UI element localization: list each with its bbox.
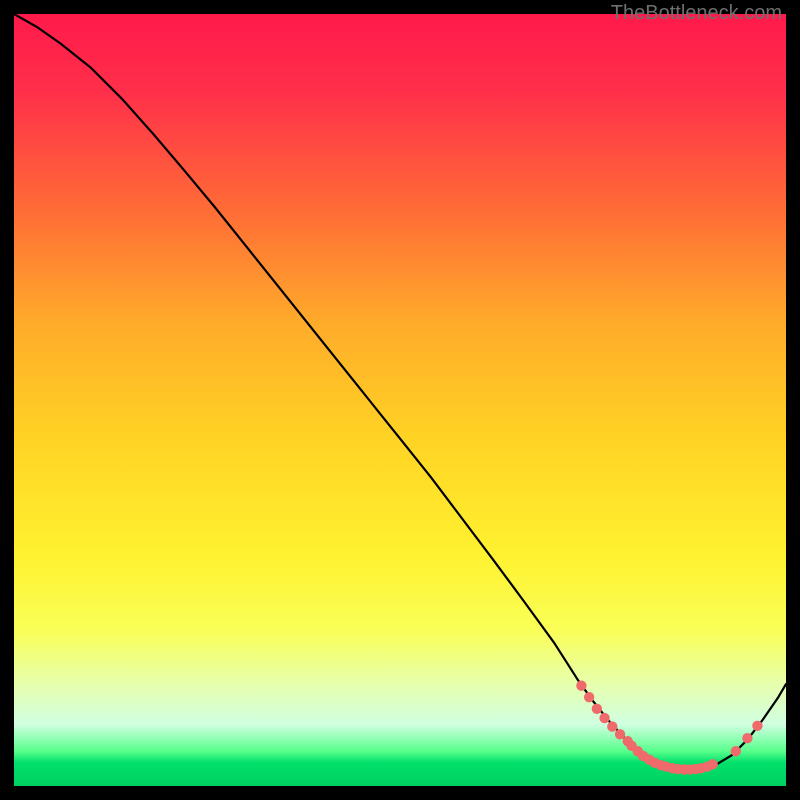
marker-dot — [752, 721, 762, 731]
chart-frame — [14, 14, 786, 786]
marker-dot — [607, 721, 617, 731]
marker-dot — [731, 746, 741, 756]
marker-dot — [584, 692, 594, 702]
marker-dot — [742, 733, 752, 743]
marker-dot — [592, 704, 602, 714]
watermark-text: TheBottleneck.com — [611, 2, 782, 25]
marker-dot — [599, 713, 609, 723]
marker-dot — [615, 729, 625, 739]
gradient-background — [14, 14, 786, 786]
chart-plot — [14, 14, 786, 786]
marker-dot — [576, 680, 586, 690]
marker-dot — [707, 759, 717, 769]
